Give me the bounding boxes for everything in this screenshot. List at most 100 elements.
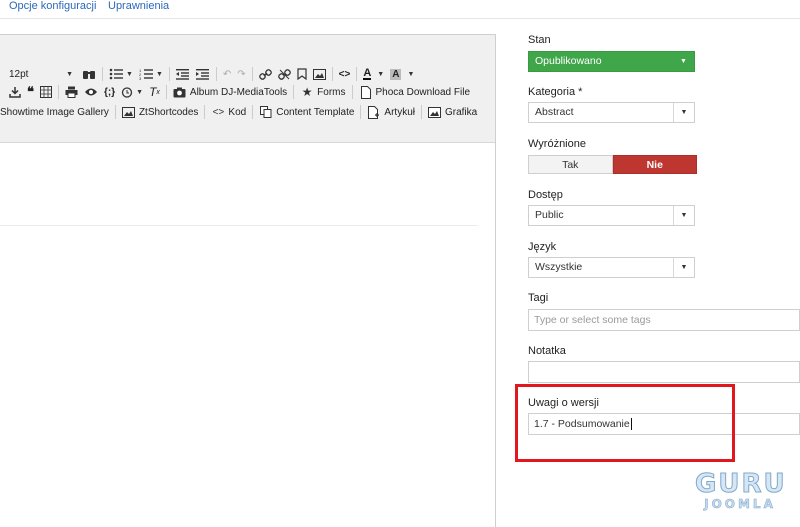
- source-braces-icon[interactable]: {;}: [101, 83, 118, 101]
- print-icon[interactable]: [62, 83, 81, 101]
- btn-ztshortcodes[interactable]: ZtShortcodes: [119, 103, 201, 121]
- btn-forms[interactable]: ★ Forms: [297, 83, 348, 101]
- toolbar-divider: [293, 85, 295, 99]
- link-icon[interactable]: [256, 65, 275, 83]
- field-label-notatka: Notatka: [528, 345, 566, 357]
- logo-line-2: JOOMLA: [704, 497, 776, 511]
- file-add-icon: [367, 105, 381, 119]
- toolbar-divider: [331, 67, 333, 81]
- btn-label: Album DJ-MediaTools: [189, 86, 288, 98]
- toolbar-divider: [58, 85, 59, 99]
- btn-kod[interactable]: <> Kod: [208, 103, 249, 121]
- binoculars-icon[interactable]: [79, 65, 99, 83]
- article-edit-screen: Opcje konfiguracji Uprawnienia 12pt ▼ ▼: [0, 0, 800, 527]
- file-icon: [359, 85, 373, 99]
- copy-icon: [259, 105, 273, 119]
- toolbar-divider: [360, 105, 362, 119]
- guru-joomla-logo: GURU JOOMLA: [695, 469, 787, 515]
- editor-toolbar: 12pt ▼ ▼ 123 ▼ ↶ ↷ <> A ▼ A ▼ ❝ {;} ▼ T …: [0, 35, 495, 143]
- featured-no-button[interactable]: Nie: [612, 155, 697, 174]
- chevron-down-icon: ▼: [126, 70, 133, 78]
- chevron-down-icon: ▼: [407, 70, 415, 78]
- note-input[interactable]: [528, 361, 800, 383]
- tab-permissions[interactable]: Uprawnienia: [108, 0, 169, 12]
- featured-toggle: Tak Nie: [528, 155, 697, 174]
- toolbar-divider: [102, 67, 103, 81]
- toolbar-row-3: Showtime Image Gallery ZtShortcodes <> K…: [0, 102, 480, 122]
- star-icon: ★: [301, 85, 313, 99]
- field-label-jezyk: Język: [528, 241, 557, 253]
- btn-content-template[interactable]: Content Template: [256, 103, 357, 121]
- table-icon[interactable]: [37, 83, 55, 101]
- preview-eye-icon[interactable]: [81, 83, 101, 101]
- field-label-dostep: Dostęp: [528, 189, 563, 201]
- blockquote-icon[interactable]: ❝: [24, 83, 37, 101]
- toolbar-divider: [351, 85, 353, 99]
- code-icon: <>: [212, 106, 225, 118]
- chevron-down-icon: ▼: [673, 258, 694, 277]
- bookmark-icon[interactable]: [294, 65, 310, 83]
- text-color-icon[interactable]: A ▼: [360, 65, 387, 83]
- btn-label: Artykuł: [384, 106, 415, 118]
- bullet-list-icon[interactable]: ▼: [106, 65, 136, 83]
- btn-label: Content Template: [276, 106, 355, 118]
- camera-icon: [173, 85, 187, 99]
- highlight-box: [515, 384, 735, 462]
- chevron-down-icon: ▼: [673, 206, 694, 225]
- chevron-down-icon: ▼: [680, 58, 687, 65]
- toolbar-row-1: 12pt ▼ ▼ 123 ▼ ↶ ↷ <> A ▼ A ▼: [0, 64, 417, 84]
- undo-icon[interactable]: ↶: [220, 65, 234, 83]
- language-value: Wszystkie: [535, 261, 583, 273]
- btn-label: ZtShortcodes: [138, 106, 199, 118]
- unlink-icon[interactable]: [275, 65, 294, 83]
- btn-label: Phoca Download File: [375, 86, 471, 98]
- numbered-list-icon[interactable]: 123 ▼: [136, 65, 166, 83]
- btn-phoca-download-file[interactable]: Phoca Download File: [356, 83, 474, 101]
- clear-formatting-icon[interactable]: Tx: [146, 83, 163, 101]
- image-icon[interactable]: [310, 65, 329, 83]
- chevron-down-icon: ▼: [155, 70, 163, 78]
- btn-label: Kod: [228, 106, 247, 118]
- tab-config-options[interactable]: Opcje konfiguracji: [9, 0, 96, 12]
- btn-showtime-image-gallery[interactable]: Showtime Image Gallery: [0, 103, 112, 121]
- editor-panel[interactable]: 12pt ▼ ▼ 123 ▼ ↶ ↷ <> A ▼ A ▼ ❝ {;} ▼ T …: [0, 34, 496, 527]
- language-select[interactable]: Wszystkie ▼: [528, 257, 695, 278]
- font-size-select[interactable]: 12pt ▼: [0, 65, 76, 83]
- background-color-icon[interactable]: A ▼: [387, 65, 417, 83]
- featured-yes-button[interactable]: Tak: [528, 155, 613, 174]
- status-select[interactable]: Opublikowano ▼: [528, 51, 695, 72]
- toolbar-divider: [252, 105, 254, 119]
- category-select[interactable]: Abstract ▼: [528, 102, 695, 123]
- editor-content-divider: [0, 225, 478, 226]
- access-select[interactable]: Public ▼: [528, 205, 695, 226]
- chevron-down-icon: ▼: [136, 88, 144, 96]
- outdent-icon[interactable]: [173, 65, 193, 83]
- indent-icon[interactable]: [193, 65, 213, 83]
- toolbar-divider: [251, 67, 253, 81]
- tags-input[interactable]: Type or select some tags: [528, 309, 800, 331]
- toolbar-divider: [165, 85, 167, 99]
- redo-icon[interactable]: ↷: [234, 65, 248, 83]
- btn-label: Forms: [317, 86, 346, 98]
- code-view-icon[interactable]: <>: [336, 65, 354, 83]
- logo-line-1: GURU: [695, 469, 787, 499]
- btn-artykul[interactable]: Artykuł: [364, 103, 418, 121]
- field-label-wyroznione: Wyróżnione: [528, 138, 586, 150]
- field-label-stan: Stan: [528, 34, 551, 46]
- status-value: Opublikowano: [535, 55, 602, 67]
- access-value: Public: [535, 209, 564, 221]
- alarm-clock-icon[interactable]: ▼: [118, 83, 146, 101]
- btn-grafika[interactable]: Grafika: [425, 103, 480, 121]
- btn-label: Showtime Image Gallery: [0, 106, 109, 118]
- toolbar-row-2: ❝ {;} ▼ Tx Album DJ-MediaTools ★ Forms P…: [6, 82, 473, 102]
- chevron-down-icon: ▼: [377, 70, 385, 78]
- chevron-down-icon: ▼: [673, 103, 694, 122]
- field-label-tagi: Tagi: [528, 292, 549, 304]
- btn-album-djmediatools[interactable]: Album DJ-MediaTools: [170, 83, 290, 101]
- svg-text:3: 3: [139, 76, 142, 80]
- download-icon[interactable]: [6, 83, 24, 101]
- chevron-down-icon: ▼: [66, 70, 73, 78]
- font-size-value: 12pt: [9, 68, 29, 80]
- field-label-kategoria: Kategoria *: [528, 86, 583, 98]
- toolbar-divider: [420, 105, 422, 119]
